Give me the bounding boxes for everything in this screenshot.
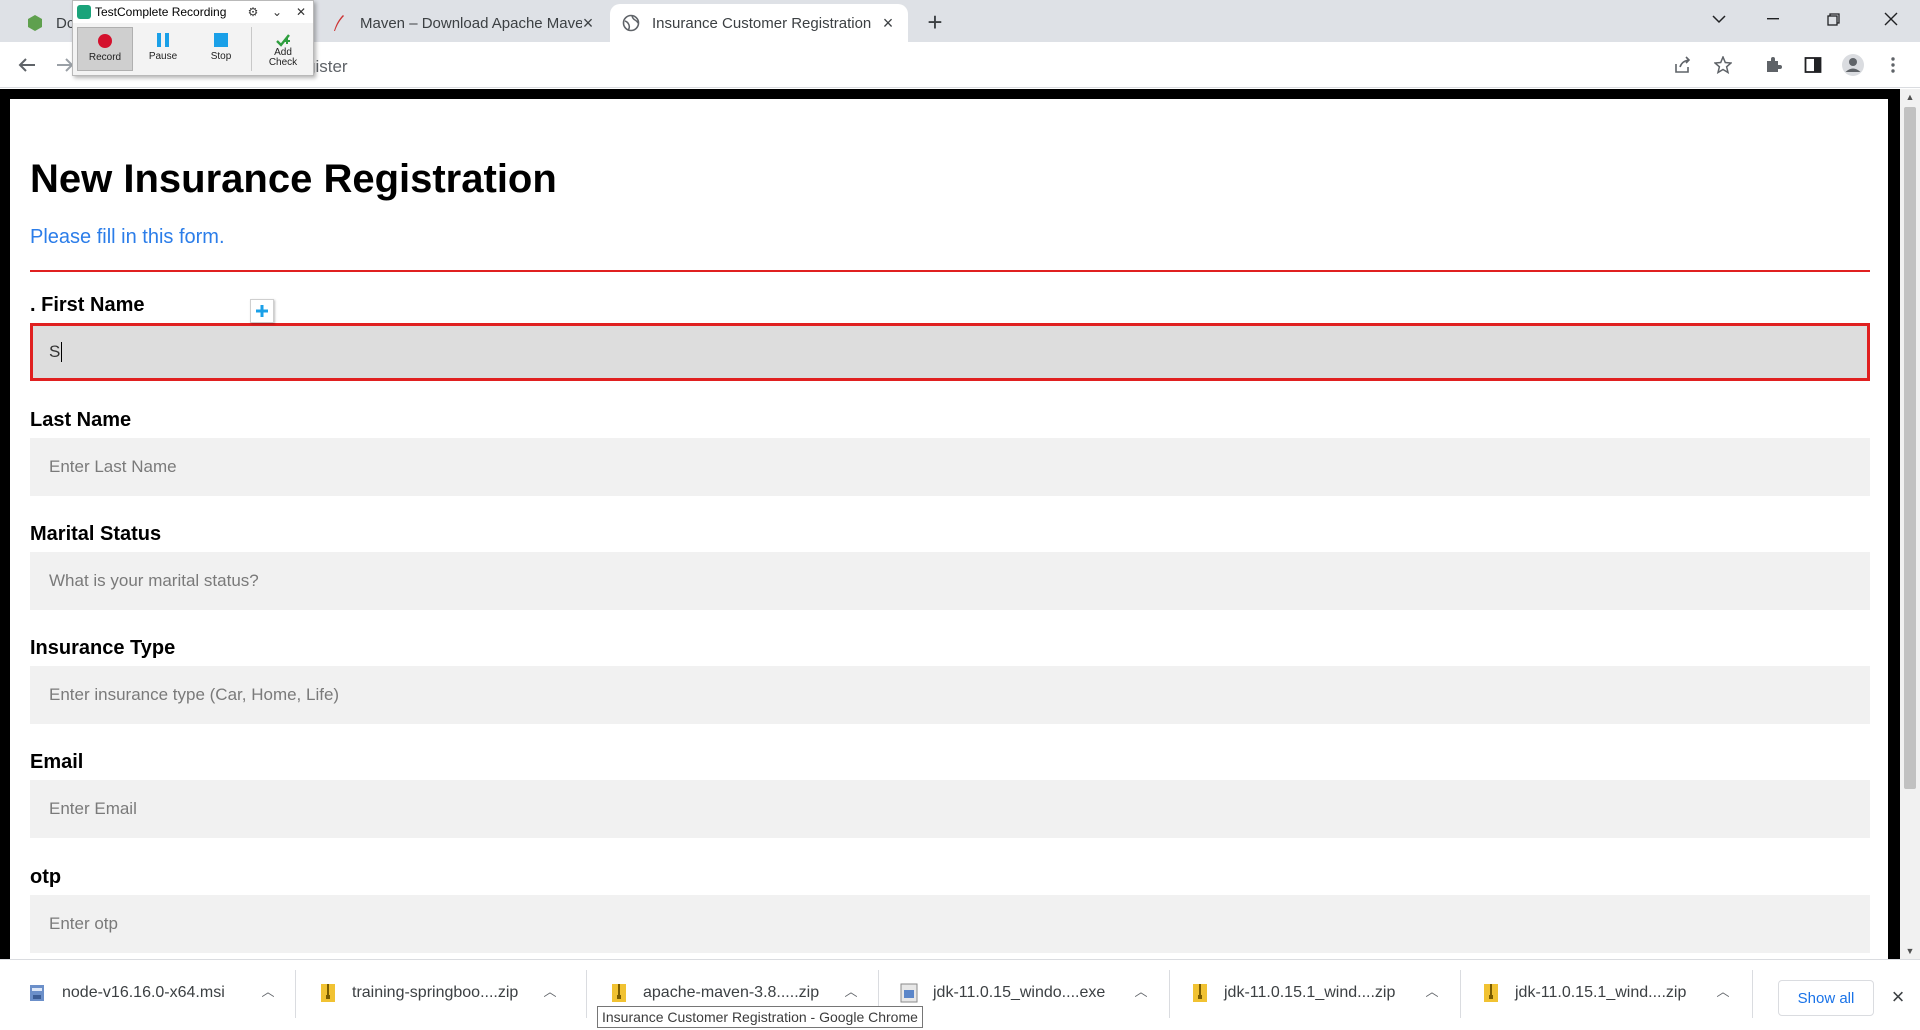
testcomplete-title: TestComplete Recording [95, 5, 227, 19]
testcomplete-recording-panel: TestComplete Recording ⚙ ⌄ ✕ Record Paus… [72, 0, 314, 76]
text-caret [61, 342, 63, 362]
testcomplete-add-check-plus-icon[interactable] [250, 299, 274, 323]
side-panel-icon[interactable] [1798, 50, 1828, 80]
registration-form: New Insurance Registration Please fill i… [10, 99, 1888, 959]
chevron-up-icon[interactable]: ︿ [841, 982, 861, 1002]
show-all-downloads-button[interactable]: Show all [1778, 980, 1874, 1016]
zip-archive-icon [612, 984, 626, 1002]
email-placeholder: Enter Email [49, 799, 137, 818]
minimize-window-icon[interactable] [1750, 0, 1796, 38]
gear-icon[interactable]: ⚙ [245, 4, 261, 20]
window-title-tooltip: Insurance Customer Registration - Google… [597, 1006, 923, 1028]
maven-feather-icon [330, 14, 348, 32]
pause-icon [157, 33, 169, 47]
download-separator [1169, 970, 1170, 1018]
record-button[interactable]: Record [77, 27, 133, 71]
close-downloads-bar-icon[interactable]: × [1886, 986, 1910, 1010]
insurance-type-label: Insurance Type [30, 637, 176, 659]
record-icon [98, 34, 112, 48]
stop-button[interactable]: Stop [193, 27, 249, 71]
stop-icon [214, 33, 228, 47]
testcomplete-logo-icon [77, 5, 91, 19]
marital-status-label: Marital Status [30, 523, 162, 545]
form-subtitle: Please fill in this form. [30, 226, 225, 248]
first-name-label: . First Name [30, 294, 145, 316]
testcomplete-separator [251, 27, 252, 71]
download-separator [1752, 970, 1753, 1018]
close-tab-icon[interactable]: × [878, 13, 898, 33]
msi-installer-icon [30, 985, 44, 1001]
zip-archive-icon [321, 984, 335, 1002]
bookmark-star-icon[interactable] [1708, 50, 1738, 80]
chevron-down-icon[interactable]: ⌄ [269, 4, 285, 20]
last-name-input[interactable]: Enter Last Name [30, 438, 1870, 496]
restore-window-icon[interactable] [1810, 0, 1856, 38]
download-item[interactable]: jdk-11.0.15.1_wind....zip ︿ [1481, 970, 1731, 1016]
zip-archive-icon [1484, 984, 1498, 1002]
close-window-icon[interactable] [1868, 0, 1914, 38]
exe-file-icon [900, 983, 918, 1003]
insurance-type-placeholder: Enter insurance type (Car, Home, Life) [49, 685, 340, 704]
share-icon[interactable] [1668, 50, 1698, 80]
downloads-bar: node-v16.16.0-x64.msi ︿ training-springb… [0, 959, 1920, 1030]
otp-placeholder: Enter otp [49, 914, 118, 933]
address-bar[interactable]: gister [96, 48, 1676, 82]
node-icon [26, 14, 44, 32]
otp-label: otp [30, 866, 62, 888]
first-name-input[interactable]: S [30, 323, 1870, 381]
chevron-up-icon[interactable]: ︿ [258, 982, 278, 1002]
form-divider [30, 270, 1870, 272]
last-name-placeholder: Enter Last Name [49, 457, 177, 476]
chevron-up-icon[interactable]: ︿ [1713, 982, 1733, 1002]
insurance-type-input[interactable]: Enter insurance type (Car, Home, Life) [30, 666, 1870, 724]
page-viewport: New Insurance Registration Please fill i… [0, 89, 1900, 959]
download-separator [586, 970, 587, 1018]
first-name-value: S [49, 342, 61, 361]
back-arrow-icon[interactable] [12, 50, 42, 80]
last-name-label: Last Name [30, 409, 132, 431]
new-tab-button[interactable]: + [920, 8, 950, 38]
marital-status-placeholder: What is your marital status? [49, 571, 259, 590]
otp-input[interactable]: Enter otp [30, 895, 1870, 953]
tab-search-chevron-icon[interactable] [1696, 0, 1742, 38]
download-item[interactable]: node-v16.16.0-x64.msi ︿ [28, 970, 278, 1016]
scroll-down-arrow-icon[interactable]: ▼ [1900, 943, 1920, 959]
scroll-thumb[interactable] [1904, 107, 1916, 789]
tab-maven[interactable]: Maven – Download Apache Mave × [318, 4, 608, 42]
page-scrollbar[interactable]: ▲ ▼ [1900, 89, 1920, 959]
add-check-button[interactable]: Add Check [255, 27, 311, 71]
scroll-up-arrow-icon[interactable]: ▲ [1900, 89, 1920, 105]
email-label: Email [30, 751, 84, 773]
email-input[interactable]: Enter Email [30, 780, 1870, 838]
chevron-up-icon[interactable]: ︿ [540, 982, 560, 1002]
page-title: New Insurance Registration [30, 157, 557, 201]
download-separator [295, 970, 296, 1018]
globe-icon [622, 14, 640, 32]
pause-button[interactable]: Pause [135, 27, 191, 71]
chrome-menu-icon[interactable] [1878, 50, 1908, 80]
tab-insurance-registration[interactable]: Insurance Customer Registration × [610, 4, 908, 42]
zip-archive-icon [1193, 984, 1207, 1002]
download-item[interactable]: jdk-11.0.15_windo....exe ︿ [899, 970, 1149, 1016]
close-icon[interactable]: ✕ [293, 4, 309, 20]
chevron-up-icon[interactable]: ︿ [1131, 982, 1151, 1002]
marital-status-input[interactable]: What is your marital status? [30, 552, 1870, 610]
extensions-puzzle-icon[interactable] [1758, 50, 1788, 80]
profile-avatar-icon[interactable] [1838, 50, 1868, 80]
download-separator [1460, 970, 1461, 1018]
download-item[interactable]: training-springboo....zip ︿ [318, 970, 568, 1016]
close-tab-icon[interactable]: × [578, 13, 598, 33]
add-check-icon [276, 34, 290, 47]
download-item[interactable]: jdk-11.0.15.1_wind....zip ︿ [1190, 970, 1440, 1016]
chevron-up-icon[interactable]: ︿ [1422, 982, 1442, 1002]
